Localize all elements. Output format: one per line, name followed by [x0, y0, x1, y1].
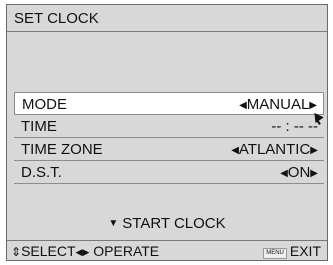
- footer-hints: ⇕SELECT◀▶ OPERATE: [11, 241, 159, 263]
- arrow-left-icon[interactable]: ◀: [239, 100, 247, 111]
- exit-label: EXIT: [289, 243, 321, 259]
- start-clock-label: START CLOCK: [122, 215, 226, 232]
- arrow-right-icon[interactable]: ▶: [310, 168, 318, 179]
- menu-title: SET CLOCK: [7, 5, 327, 32]
- select-hint: SELECT: [21, 243, 76, 259]
- menu-row-label: MODE: [22, 96, 67, 113]
- arrow-right-icon[interactable]: ▶: [309, 100, 317, 111]
- arrow-right-icon[interactable]: ▶: [310, 145, 318, 156]
- menu-row-time-zone[interactable]: TIME ZONE ◀ATLANTIC▶: [14, 138, 324, 161]
- triangle-down-icon: ▼: [108, 218, 119, 229]
- menu-row-value[interactable]: ◀ATLANTIC▶: [231, 138, 318, 163]
- exit-hint[interactable]: MENU EXIT: [263, 241, 321, 261]
- menu-row-label: TIME ZONE: [21, 141, 103, 158]
- menu-row-time[interactable]: TIME -- : -- --: [14, 115, 324, 138]
- arrow-left-icon[interactable]: ◀: [280, 168, 288, 179]
- left-right-arrows-icon: ◀▶: [75, 247, 90, 257]
- menu-row-label: TIME: [21, 118, 57, 135]
- operate-hint: OPERATE: [93, 243, 160, 259]
- menu-row-mode[interactable]: MODE ◀MANUAL▶: [14, 92, 324, 115]
- up-down-arrows-icon: ⇕: [11, 245, 22, 259]
- mode-value: MANUAL: [246, 96, 310, 113]
- time-value: -- : -- --: [271, 118, 318, 135]
- menu-row-value[interactable]: ◀ON▶: [280, 161, 318, 186]
- dst-value: ON: [287, 164, 311, 181]
- menu-button-icon: MENU: [263, 248, 287, 259]
- start-clock-item[interactable]: ▼ START CLOCK: [7, 215, 327, 232]
- menu-row-dst[interactable]: D.S.T. ◀ON▶: [14, 161, 324, 184]
- camera-menu-screen: SET CLOCK MODE ◀MANUAL▶ TIME -- : -- -- …: [6, 4, 328, 261]
- settings-menu: MODE ◀MANUAL▶ TIME -- : -- -- TIME ZONE …: [14, 92, 324, 184]
- menu-row-label: D.S.T.: [21, 164, 62, 181]
- time-zone-value: ATLANTIC: [238, 141, 311, 158]
- arrow-left-icon[interactable]: ◀: [231, 145, 239, 156]
- menu-footer: ⇕SELECT◀▶ OPERATE MENU EXIT: [7, 240, 327, 260]
